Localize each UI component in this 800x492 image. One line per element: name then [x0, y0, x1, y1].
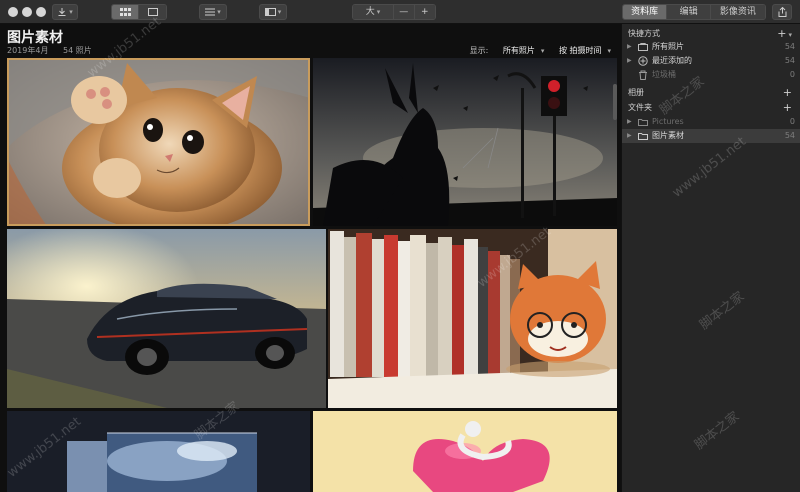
toolbar: ▾ ▾ ▾ 大 ▾ — + 资料库 编辑 影像资讯: [0, 0, 800, 24]
sidebar-item-count: 0: [789, 117, 795, 126]
folder-meta: 2019年4月 54 照片: [7, 45, 104, 56]
bookshelf-image: [328, 229, 617, 408]
sidebar-item-label: 图片素材: [652, 131, 684, 140]
photo-sports-car[interactable]: [7, 229, 326, 408]
grid-scrollbar[interactable]: [613, 84, 617, 120]
anime-night-image: [313, 58, 617, 226]
single-view-button[interactable]: [139, 5, 166, 19]
thumbnail-size-control: 大 ▾ — +: [352, 4, 436, 20]
zoom-in-button[interactable]: +: [414, 5, 435, 19]
folder-date: 2019年4月: [7, 46, 49, 55]
sidebar-item-pictures-folder[interactable]: ▶ Pictures 0: [622, 115, 800, 129]
sports-car-image: [7, 229, 326, 408]
add-folder-button[interactable]: +: [783, 102, 792, 113]
winter-sky-image: [7, 411, 310, 492]
add-album-button[interactable]: +: [783, 87, 792, 98]
photo-count: 54 照片: [63, 46, 92, 55]
disclosure-triangle-icon[interactable]: ▶: [627, 129, 632, 143]
sidebar-item-count: 54: [784, 56, 795, 65]
disclosure-triangle-icon[interactable]: ▶: [627, 40, 632, 54]
pink-heart-image: [313, 411, 617, 492]
tab-library[interactable]: 资料库: [623, 5, 668, 19]
share-button[interactable]: [772, 4, 792, 20]
sidebar-item-image-folder[interactable]: ▶ 图片素材 54: [622, 129, 800, 143]
sidebar-item-count: 54: [784, 42, 795, 51]
folder-icon: [638, 119, 648, 126]
sidebar: 快捷方式 + ▾ ▶ 所有照片 54 ▶ 最近添加的 54 垃圾桶 0 相册 + …: [621, 24, 800, 492]
filter-bar: 显示: 所有照片 ▾ 按 拍摄时间 ▾: [464, 45, 611, 56]
grid-icon: [119, 7, 131, 16]
size-select[interactable]: 大 ▾: [353, 5, 394, 19]
photos-icon: [638, 43, 648, 51]
show-label: 显示:: [469, 46, 489, 55]
photo-winter-sky[interactable]: [7, 411, 310, 492]
import-button[interactable]: ▾: [52, 4, 78, 20]
sidebar-item-label: 垃圾桶: [652, 70, 676, 79]
sidebar-item-label: 最近添加的: [652, 56, 692, 65]
download-icon: [58, 7, 66, 16]
sidebar-toggle-button[interactable]: ▾: [259, 4, 287, 20]
close-window-button[interactable]: [8, 7, 18, 17]
shortcuts-heading: 快捷方式: [628, 29, 660, 38]
tab-edit[interactable]: 编辑: [667, 5, 711, 19]
minimize-window-button[interactable]: [22, 7, 32, 17]
sidebar-item-all-photos[interactable]: ▶ 所有照片 54: [622, 40, 800, 54]
sidebar-item-count: 54: [784, 131, 795, 140]
recent-icon: [638, 56, 648, 66]
photo-kitten[interactable]: [7, 58, 310, 226]
zoom-out-button[interactable]: —: [394, 5, 415, 19]
folder-icon: [638, 133, 648, 140]
trash-icon: [639, 70, 647, 80]
sort-value: 按 拍摄时间: [558, 46, 602, 55]
photo-bookshelf[interactable]: [328, 229, 617, 408]
tab-info[interactable]: 影像资讯: [710, 5, 765, 19]
disclosure-triangle-icon[interactable]: ▶: [627, 115, 632, 129]
kitten-image: [7, 58, 310, 226]
photo-anime-night[interactable]: [313, 58, 617, 226]
mode-tabs: 资料库 编辑 影像资讯: [622, 4, 766, 20]
share-icon: [778, 6, 786, 17]
show-filter-select[interactable]: 所有照片 ▾: [497, 46, 545, 55]
show-filter-value: 所有照片: [502, 46, 535, 55]
photo-grid-panel: 图片素材 2019年4月 54 照片 显示: 所有照片 ▾ 按 拍摄时间 ▾: [0, 24, 621, 492]
sidebar-item-count: 0: [789, 70, 795, 79]
sort-select[interactable]: 按 拍摄时间 ▾: [553, 46, 611, 55]
zoom-window-button[interactable]: [36, 7, 46, 17]
view-mode-toggle: [111, 4, 167, 20]
sidebar-icon: [264, 7, 276, 16]
single-photo-icon: [147, 7, 158, 16]
sidebar-item-recent[interactable]: ▶ 最近添加的 54: [622, 54, 800, 68]
folders-heading: 文件夹: [628, 103, 652, 112]
grid-view-button[interactable]: [112, 5, 140, 19]
albums-heading: 相册: [628, 88, 644, 97]
sidebar-item-label: 所有照片: [652, 42, 684, 51]
sort-options-button[interactable]: ▾: [199, 4, 227, 20]
sidebar-item-label: Pictures: [652, 117, 684, 126]
add-shortcut-button[interactable]: + ▾: [777, 28, 792, 40]
page-title: 图片素材: [7, 30, 63, 46]
sidebar-item-trash[interactable]: 垃圾桶 0: [622, 68, 800, 82]
disclosure-triangle-icon[interactable]: ▶: [627, 54, 632, 68]
photo-pink-heart[interactable]: [313, 411, 617, 492]
size-label: 大: [365, 7, 375, 17]
list-icon: [205, 8, 216, 15]
